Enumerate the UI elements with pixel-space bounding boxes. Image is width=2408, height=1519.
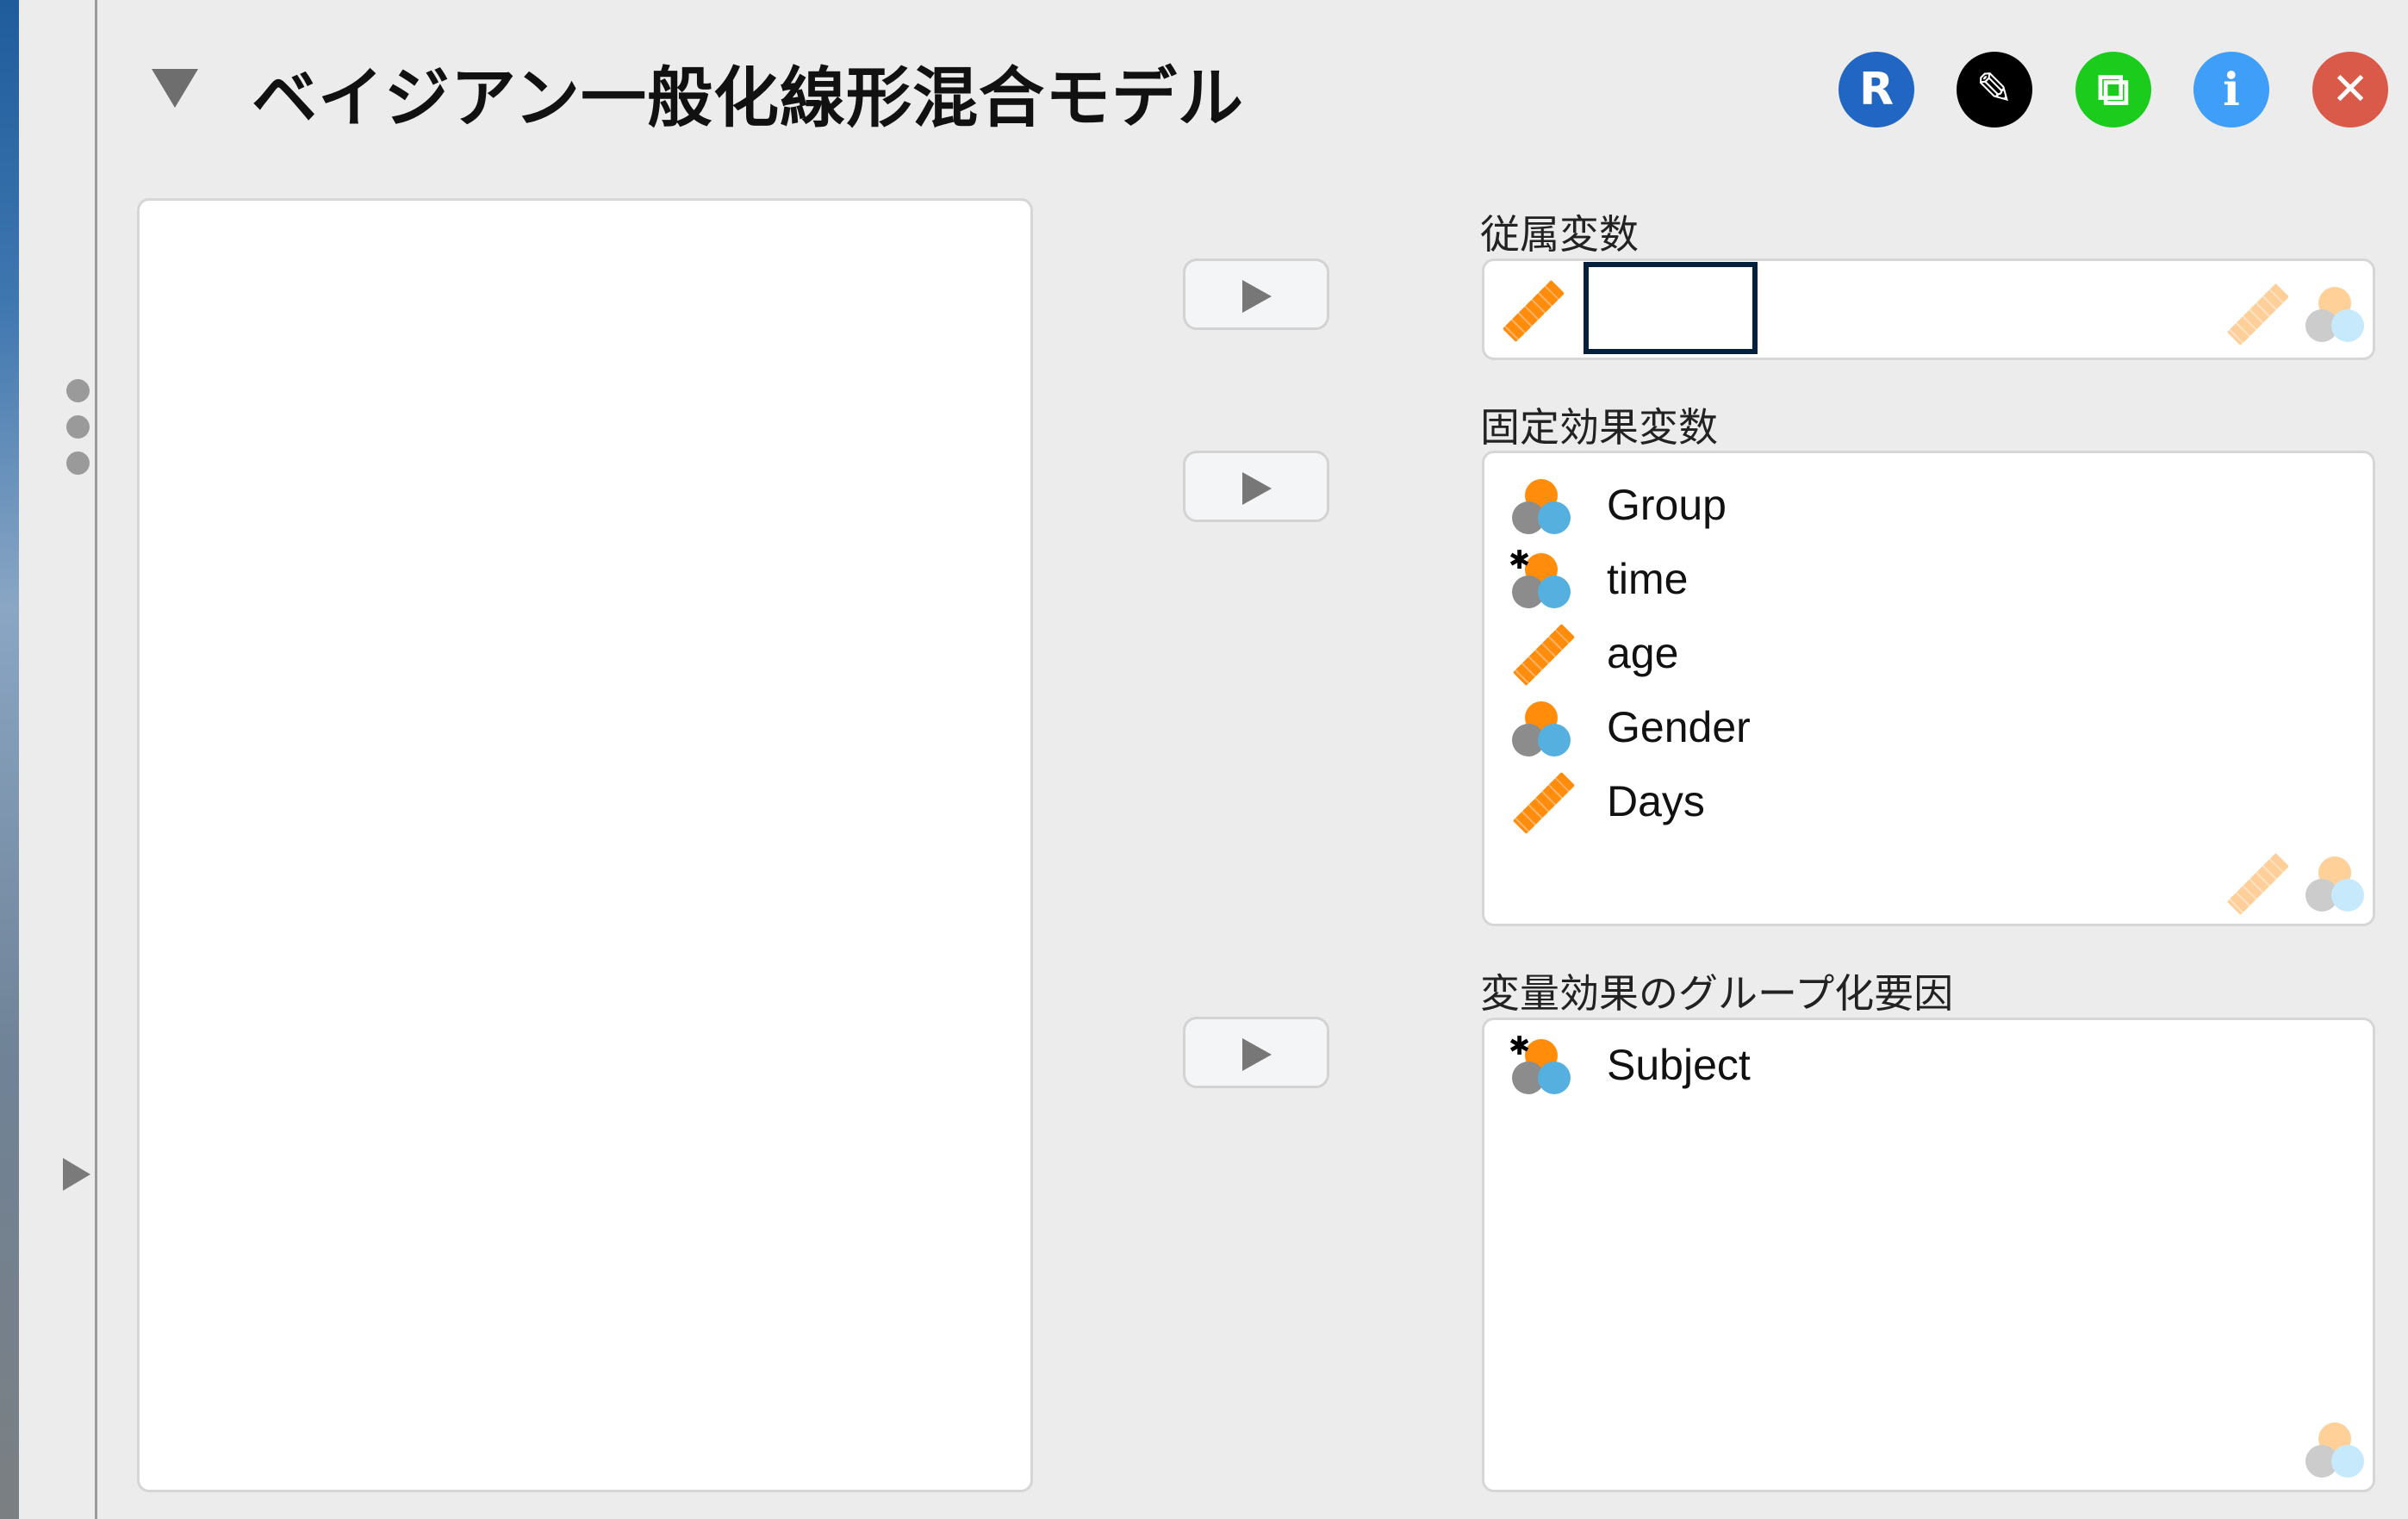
star-icon: ✱ bbox=[1509, 545, 1531, 576]
r-syntax-button[interactable]: R bbox=[1839, 52, 1914, 128]
circle bbox=[2331, 879, 2364, 912]
fixed-effects-list[interactable]: Group ✱ time age Gender Days bbox=[1482, 451, 2375, 926]
circle bbox=[2331, 309, 2364, 342]
expand-results-icon[interactable] bbox=[63, 1158, 90, 1191]
arrow-right-icon bbox=[1242, 472, 1272, 505]
arrow-right-icon bbox=[1242, 280, 1272, 313]
list-item[interactable]: ✱ Subject bbox=[1509, 1030, 1751, 1099]
scale-icon-faded bbox=[2224, 282, 2290, 346]
dot bbox=[66, 379, 90, 402]
close-button[interactable]: ✕ bbox=[2312, 52, 2388, 128]
info-button[interactable]: i bbox=[2193, 52, 2269, 128]
ruler-shape bbox=[1512, 771, 1576, 835]
edit-button[interactable]: ✎ bbox=[1957, 52, 2032, 128]
nominal-icon-faded bbox=[2304, 851, 2366, 913]
collapse-triangle-icon[interactable] bbox=[152, 69, 198, 108]
list-item[interactable]: ✱ time bbox=[1509, 545, 1689, 613]
allowed-types bbox=[2224, 282, 2366, 346]
allowed-types bbox=[2224, 851, 2366, 916]
ruler-shape bbox=[1502, 279, 1565, 343]
scale-icon bbox=[1510, 770, 1576, 835]
ruler-shape bbox=[2226, 852, 2290, 916]
nominal-text-icon: ✱ bbox=[1509, 1031, 1572, 1096]
variable-name: Group bbox=[1607, 481, 1727, 529]
scale-icon bbox=[1500, 278, 1565, 343]
dot bbox=[66, 415, 90, 439]
info-icon: i bbox=[2223, 63, 2240, 116]
circle bbox=[2331, 1445, 2364, 1478]
dependent-empty-slot[interactable] bbox=[1584, 262, 1758, 354]
arrow-right-icon bbox=[1242, 1038, 1272, 1071]
nominal-icon bbox=[1510, 696, 1572, 758]
list-item[interactable]: Gender bbox=[1510, 693, 1751, 762]
random-grouping-label: 変量効果のグループ化要因 bbox=[1480, 970, 1954, 1017]
list-item[interactable]: Group bbox=[1510, 470, 1727, 539]
ruler-shape bbox=[1512, 623, 1576, 687]
allowed-types bbox=[2304, 1417, 2366, 1479]
variable-name: Gender bbox=[1607, 703, 1751, 751]
circle bbox=[1538, 724, 1571, 756]
star-icon: ✱ bbox=[1509, 1031, 1531, 1061]
nominal-icon-faded bbox=[2304, 1417, 2366, 1479]
analysis-title: ベイジアン一般化線形混合モデル bbox=[252, 59, 1244, 136]
dot bbox=[66, 451, 90, 475]
close-icon: ✕ bbox=[2331, 64, 2369, 115]
move-to-dependent-button[interactable] bbox=[1183, 258, 1329, 330]
r-icon: R bbox=[1858, 64, 1895, 115]
copy-icon: ⧉ bbox=[2097, 63, 2130, 115]
list-item[interactable]: age bbox=[1510, 619, 1678, 688]
circle bbox=[1538, 501, 1571, 534]
variable-name: time bbox=[1607, 555, 1689, 603]
variable-name: age bbox=[1607, 629, 1679, 677]
ruler-shape bbox=[2226, 283, 2290, 346]
vertical-dots-icon[interactable] bbox=[66, 379, 90, 488]
nominal-icon bbox=[1510, 474, 1572, 536]
scale-icon bbox=[1510, 622, 1576, 687]
scale-icon-faded bbox=[2224, 851, 2290, 916]
duplicate-button[interactable]: ⧉ bbox=[2075, 52, 2151, 128]
desktop-background-strip bbox=[0, 0, 19, 1519]
circle bbox=[1538, 1061, 1571, 1094]
fixed-effects-label: 固定効果変数 bbox=[1480, 404, 1718, 451]
move-to-random-grouping-button[interactable] bbox=[1183, 1017, 1329, 1088]
move-to-fixed-effects-button[interactable] bbox=[1183, 451, 1329, 522]
nominal-icon-faded bbox=[2304, 282, 2366, 344]
list-item[interactable]: Days bbox=[1510, 767, 1705, 836]
variable-name: Subject bbox=[1607, 1041, 1751, 1089]
nominal-text-icon: ✱ bbox=[1509, 545, 1572, 610]
variable-name: Days bbox=[1607, 777, 1705, 825]
dependent-label: 従属変数 bbox=[1480, 211, 1639, 258]
side-rail bbox=[19, 0, 97, 1519]
random-grouping-list[interactable]: ✱ Subject bbox=[1482, 1018, 2375, 1492]
available-variables-list[interactable] bbox=[137, 198, 1033, 1492]
circle bbox=[1538, 576, 1571, 608]
pencil-icon: ✎ bbox=[1976, 64, 2013, 115]
